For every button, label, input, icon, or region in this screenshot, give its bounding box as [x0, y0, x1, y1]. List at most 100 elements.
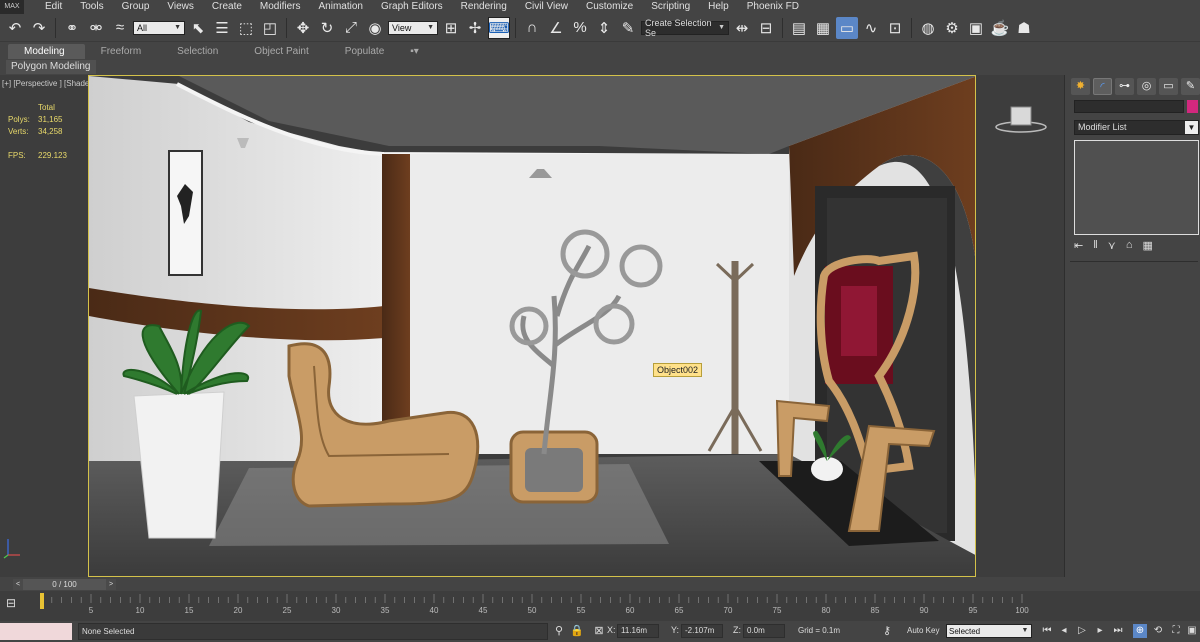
absolute-mode-icon[interactable]: ⊠: [592, 624, 606, 638]
time-slider[interactable]: < 0 / 100 >: [0, 577, 1200, 591]
motion-icon[interactable]: ◎: [1137, 78, 1156, 95]
isolate-selection-icon[interactable]: ⚲: [552, 624, 566, 638]
undo-icon[interactable]: ↶: [4, 17, 26, 39]
rotate-icon[interactable]: ↻: [316, 17, 338, 39]
menu-item-help[interactable]: Help: [699, 0, 738, 14]
menu-item-customize[interactable]: Customize: [577, 0, 642, 14]
ribbon-options-icon[interactable]: ▪▾: [404, 44, 425, 59]
scene-explorer-icon[interactable]: ▦: [812, 17, 834, 39]
render-setup-icon[interactable]: ⚙: [941, 17, 963, 39]
edit-named-selection-icon[interactable]: ✎: [617, 17, 639, 39]
zoom-extents-icon[interactable]: ⊕: [1133, 624, 1147, 638]
render-production-icon[interactable]: ☕: [989, 17, 1011, 39]
previous-key-icon[interactable]: ◂: [1057, 624, 1071, 638]
key-filter-dropdown[interactable]: Selected ▼: [946, 624, 1032, 638]
previous-frame-icon[interactable]: <: [13, 579, 23, 590]
menu-item-graph-editors[interactable]: Graph Editors: [372, 0, 452, 14]
selection-filter-dropdown[interactable]: All ▼: [133, 20, 185, 35]
keyboard-shortcut-icon[interactable]: ⌨: [488, 16, 510, 39]
menu-item-civil-view[interactable]: Civil View: [516, 0, 577, 14]
bind-space-warp-icon[interactable]: ≈: [109, 17, 131, 39]
snaps-icon[interactable]: ∩: [521, 17, 543, 39]
ribbon-tab-populate[interactable]: Populate: [329, 44, 404, 59]
selection-lock-icon[interactable]: 🔒: [570, 624, 584, 638]
rendered-frame-window-icon[interactable]: ▣: [965, 17, 987, 39]
polygon-modeling-panel[interactable]: Polygon Modeling: [6, 60, 96, 74]
configure-modifier-sets-icon[interactable]: ▦: [1142, 239, 1152, 252]
window-crossing-icon[interactable]: ◰: [259, 17, 281, 39]
y-coord-field[interactable]: -2.107m: [681, 624, 723, 638]
maxscript-listener[interactable]: [0, 623, 72, 640]
x-coord-field[interactable]: 11.16m: [617, 624, 659, 638]
object-color-swatch[interactable]: [1187, 100, 1198, 113]
object-name-field[interactable]: [1074, 100, 1184, 113]
curve-editor-icon[interactable]: ∿: [860, 17, 882, 39]
ribbon-tab-modeling[interactable]: Modeling: [8, 43, 85, 59]
next-frame-icon[interactable]: >: [106, 579, 116, 590]
open-mini-curve-editor-icon[interactable]: ⊟: [6, 596, 16, 610]
go-to-start-icon[interactable]: ⏮: [1040, 624, 1054, 638]
render-iterative-icon[interactable]: ☗: [1013, 17, 1035, 39]
utilities-icon[interactable]: ✎: [1181, 78, 1200, 95]
scale-icon[interactable]: ⤢: [340, 17, 362, 39]
perspective-viewport[interactable]: Object002: [88, 75, 976, 577]
link-icon[interactable]: ⚭: [61, 17, 83, 39]
current-frame-marker[interactable]: [40, 593, 44, 609]
maximize-viewport-icon[interactable]: ⛶: [1169, 624, 1183, 638]
app-logo[interactable]: MAX: [0, 0, 24, 14]
hierarchy-icon[interactable]: ⊶: [1115, 78, 1134, 95]
select-place-icon[interactable]: ◉: [364, 17, 386, 39]
next-key-icon[interactable]: ▸: [1093, 624, 1107, 638]
menu-item-tools[interactable]: Tools: [71, 0, 112, 14]
auto-key-button[interactable]: Auto Key: [907, 626, 939, 635]
menu-item-views[interactable]: Views: [158, 0, 203, 14]
modifier-stack[interactable]: [1074, 140, 1199, 235]
select-manipulate-icon[interactable]: ✢: [464, 17, 486, 39]
menu-item-group[interactable]: Group: [113, 0, 159, 14]
display-icon[interactable]: ▭: [1159, 78, 1178, 95]
toggle-ribbon-icon[interactable]: ▭: [836, 16, 858, 39]
pin-stack-icon[interactable]: ⇤: [1074, 239, 1083, 252]
menu-item-rendering[interactable]: Rendering: [452, 0, 516, 14]
menu-item-scripting[interactable]: Scripting: [642, 0, 699, 14]
track-bar[interactable]: 5 10 15 20 25 30 35 40 45 50 55 60 65 70 75 80 85 90 95 100: [38, 591, 1030, 621]
show-end-result-icon[interactable]: ‖: [1093, 239, 1098, 252]
modify-icon[interactable]: ◜: [1093, 78, 1112, 95]
menu-item-phoenix-fd[interactable]: Phoenix FD: [738, 0, 808, 14]
material-editor-icon[interactable]: ◍: [917, 17, 939, 39]
rectangle-region-icon[interactable]: ⬚: [235, 17, 257, 39]
select-by-name-icon[interactable]: ☰: [211, 17, 233, 39]
field-of-view-icon[interactable]: ▣: [1185, 624, 1199, 638]
select-icon[interactable]: ⬉: [187, 17, 209, 39]
spinner-snap-icon[interactable]: ⇕: [593, 17, 615, 39]
go-to-end-icon[interactable]: ⏭: [1111, 624, 1125, 638]
reference-coord-dropdown[interactable]: View ▼: [388, 20, 438, 35]
ribbon-tab-object-paint[interactable]: Object Paint: [238, 44, 328, 59]
modifier-list-dropdown[interactable]: Modifier List ▼: [1074, 120, 1199, 135]
z-coord-field[interactable]: 0.0m: [743, 624, 785, 638]
menu-item-create[interactable]: Create: [203, 0, 251, 14]
menu-item-modifiers[interactable]: Modifiers: [251, 0, 310, 14]
move-icon[interactable]: ✥: [292, 17, 314, 39]
remove-modifier-icon[interactable]: ⌂: [1126, 239, 1133, 252]
schematic-view-icon[interactable]: ⊡: [884, 17, 906, 39]
make-unique-icon[interactable]: ⋎: [1108, 239, 1116, 252]
unlink-icon[interactable]: ⚮: [85, 17, 107, 39]
menu-item-edit[interactable]: Edit: [36, 0, 71, 14]
pivot-icon[interactable]: ⊞: [440, 17, 462, 39]
align-icon[interactable]: ⊟: [755, 17, 777, 39]
time-slider-handle[interactable]: < 0 / 100 >: [13, 579, 116, 590]
ribbon-tab-selection[interactable]: Selection: [161, 44, 238, 59]
angle-snap-icon[interactable]: ∠: [545, 17, 567, 39]
play-icon[interactable]: ▷: [1075, 624, 1089, 638]
named-selection-dropdown[interactable]: Create Selection Se ▼: [641, 18, 729, 38]
create-icon[interactable]: ✸: [1071, 78, 1090, 95]
redo-icon[interactable]: ↷: [28, 17, 50, 39]
menu-item-animation[interactable]: Animation: [309, 0, 371, 14]
viewcube-icon[interactable]: [994, 105, 1048, 135]
layer-manager-icon[interactable]: ▤: [788, 17, 810, 39]
mirror-icon[interactable]: ⇹: [731, 17, 753, 39]
ribbon-tab-freeform[interactable]: Freeform: [85, 44, 162, 59]
orbit-icon[interactable]: ⟲: [1151, 624, 1165, 638]
percent-snap-icon[interactable]: %: [569, 17, 591, 39]
